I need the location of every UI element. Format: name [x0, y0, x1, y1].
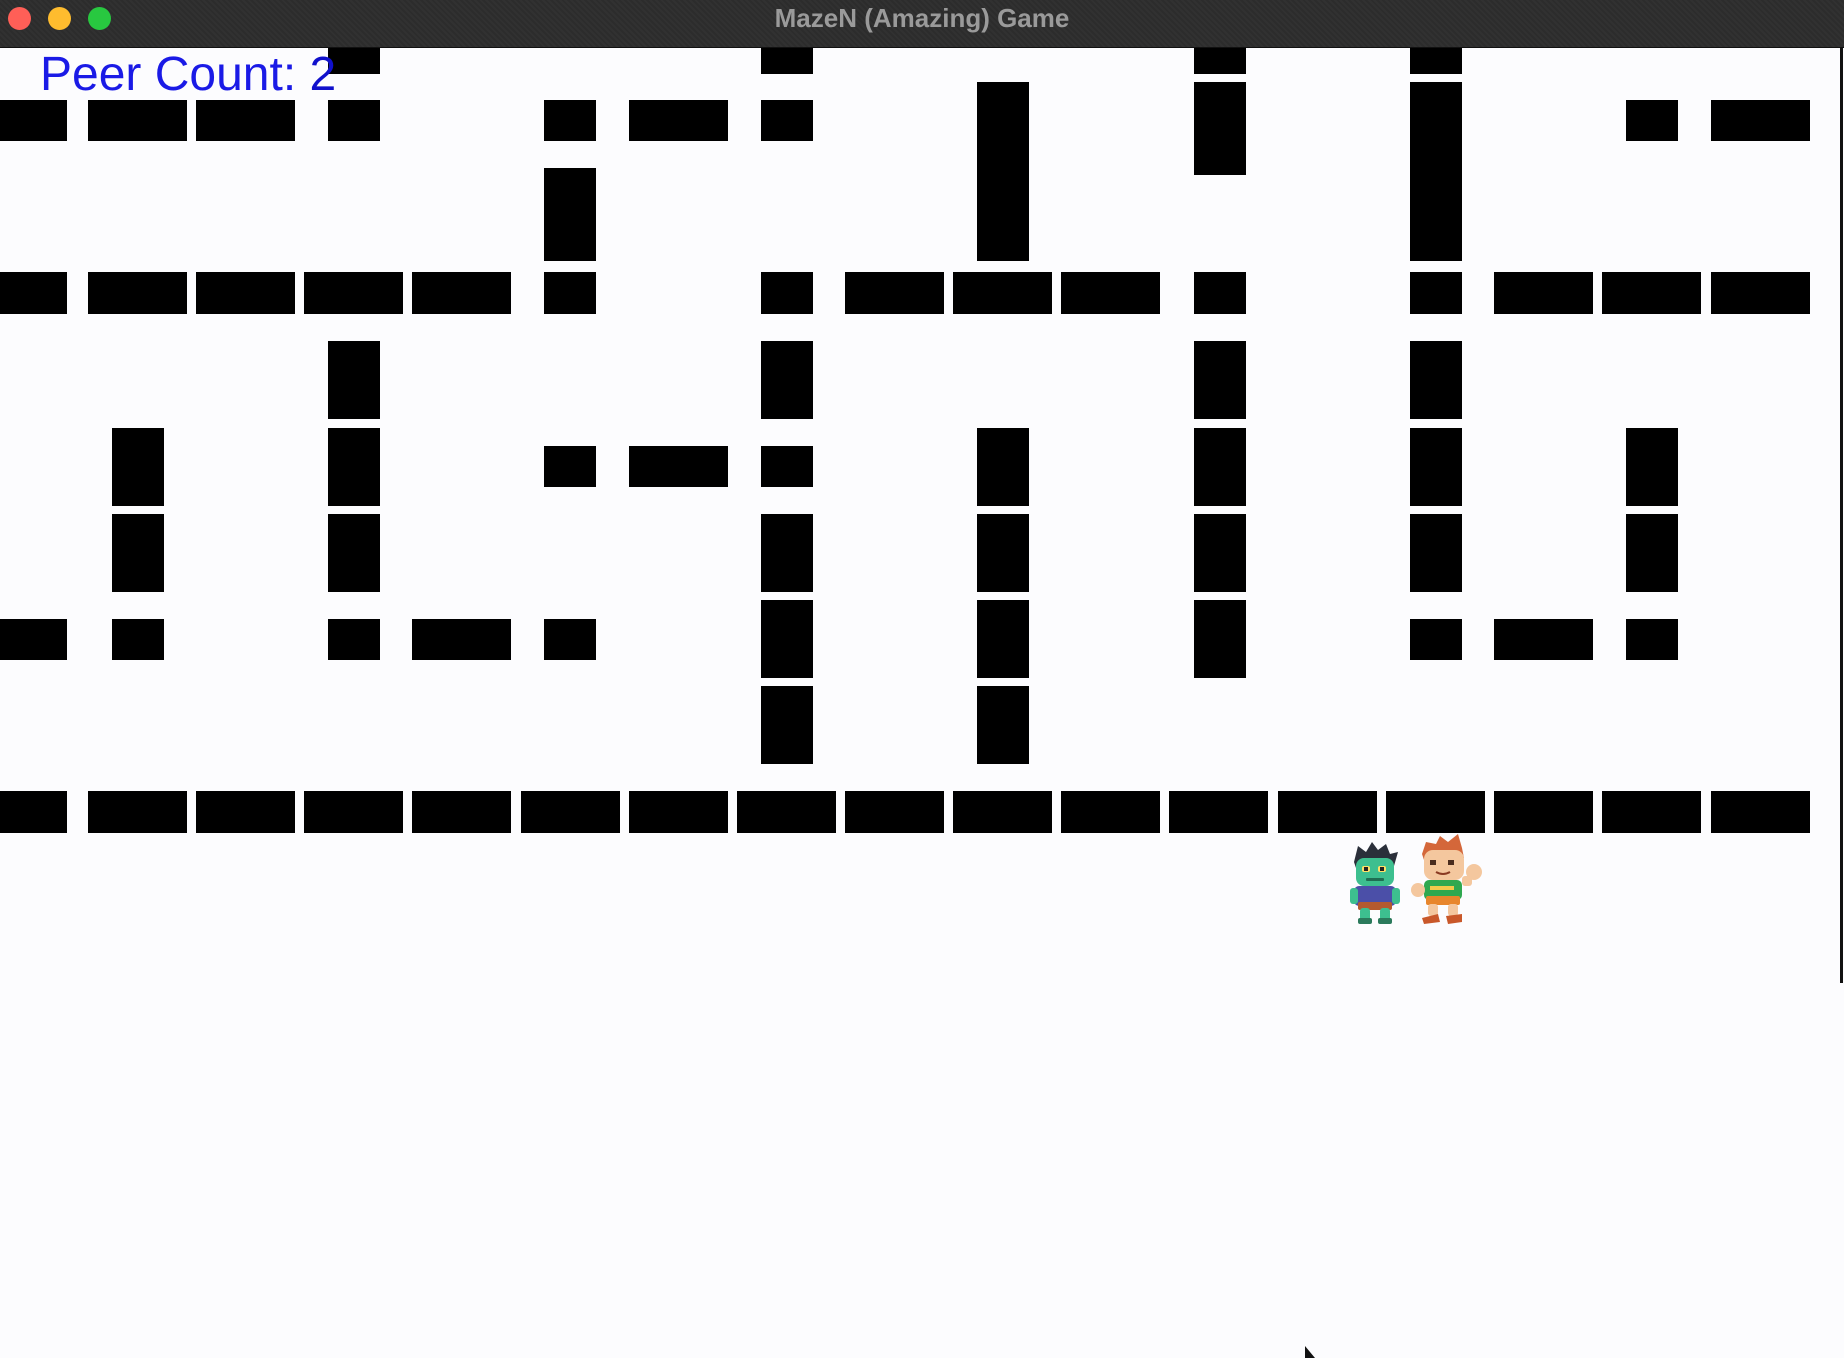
- maze-wall: [0, 100, 67, 141]
- maze-wall: [1626, 619, 1678, 660]
- maze-floor-wall: [196, 791, 295, 833]
- maze-wall: [0, 619, 67, 660]
- maze-wall: [629, 100, 728, 141]
- maze-wall: [112, 619, 164, 660]
- maze-wall: [328, 100, 380, 141]
- maze-wall: [1711, 272, 1810, 314]
- maze-wall: [761, 272, 813, 314]
- maze-wall: [88, 100, 187, 141]
- maze-wall: [1410, 341, 1462, 419]
- maze-wall: [761, 100, 813, 141]
- maze-wall: [328, 514, 380, 592]
- maze-floor-wall: [88, 791, 187, 833]
- maze-wall: [761, 446, 813, 487]
- mouse-cursor-icon: [1305, 1346, 1315, 1358]
- maze-wall: [977, 428, 1029, 506]
- maze-floor-wall: [1278, 791, 1377, 833]
- maze-wall: [1494, 619, 1593, 660]
- maze-wall: [761, 600, 813, 678]
- peer-count-value: 2: [309, 48, 337, 101]
- maze-wall: [761, 686, 813, 764]
- zombie-player-sprite: [1350, 842, 1400, 924]
- maze-wall: [1194, 341, 1246, 419]
- maze-floor-wall: [1061, 791, 1160, 833]
- maze-wall: [328, 341, 380, 419]
- maze-right-border: [1840, 48, 1843, 983]
- title-bar: MazeN (Amazing) Game: [0, 0, 1844, 48]
- maze-wall: [629, 446, 728, 487]
- maze-wall: [1194, 272, 1246, 314]
- maze-wall: [328, 428, 380, 506]
- maze-wall: [761, 514, 813, 592]
- maze-wall: [88, 272, 187, 314]
- maze-floor-wall: [629, 791, 728, 833]
- peer-count-text: Peer Count:: [40, 48, 310, 101]
- maze-wall: [112, 428, 164, 506]
- window-title: MazeN (Amazing) Game: [774, 3, 1070, 33]
- maze-wall: [544, 272, 596, 314]
- maze-wall: [1194, 514, 1246, 592]
- maze-wall: [544, 446, 596, 487]
- maze-wall: [977, 82, 1029, 175]
- maze-floor-wall: [304, 791, 403, 833]
- maze-wall: [1602, 272, 1701, 314]
- maze-wall: [328, 619, 380, 660]
- maze-floor-wall: [845, 791, 944, 833]
- maze-floor-wall: [521, 791, 620, 833]
- maze-wall: [1194, 428, 1246, 506]
- maze-wall: [761, 341, 813, 419]
- maze-wall: [112, 514, 164, 592]
- maze-wall: [544, 619, 596, 660]
- maze-wall: [977, 168, 1029, 261]
- maze-wall: [845, 272, 944, 314]
- maze-canvas[interactable]: Peer Count: 2: [0, 48, 1844, 1358]
- game-window: MazeN (Amazing) Game Peer Count: 2: [0, 0, 1844, 1358]
- maze-wall: [1194, 82, 1246, 175]
- maze-wall: [1626, 514, 1678, 592]
- maze-floor-wall: [1494, 791, 1593, 833]
- maze-wall: [1410, 272, 1462, 314]
- maze-wall: [196, 272, 295, 314]
- maze-wall: [761, 48, 813, 74]
- maze-wall: [977, 514, 1029, 592]
- maze-wall: [412, 272, 511, 314]
- maze-wall: [1061, 272, 1160, 314]
- maze-wall: [977, 600, 1029, 678]
- maze-wall: [196, 100, 295, 141]
- maze-wall: [0, 272, 67, 314]
- maze-wall: [544, 100, 596, 141]
- maze-floor-wall: [412, 791, 511, 833]
- maze-wall: [1410, 48, 1462, 74]
- maze-wall: [1410, 428, 1462, 506]
- maze-wall: [1626, 428, 1678, 506]
- maze-wall: [1410, 619, 1462, 660]
- maze-wall: [1194, 48, 1246, 74]
- maze-floor-wall: [1386, 791, 1485, 833]
- maze-floor-wall: [1711, 791, 1810, 833]
- maze-wall: [1711, 100, 1810, 141]
- maze-floor-wall: [0, 791, 67, 833]
- maze-wall: [1194, 600, 1246, 678]
- hero-player-sprite: [1411, 834, 1482, 924]
- maze-wall: [953, 272, 1052, 314]
- maze-floor-wall: [1602, 791, 1701, 833]
- maze-wall: [1410, 168, 1462, 261]
- maze-floor-wall: [953, 791, 1052, 833]
- maze-wall: [1626, 100, 1678, 141]
- maze-wall: [304, 272, 403, 314]
- maze-wall: [1494, 272, 1593, 314]
- maze-wall: [1410, 82, 1462, 175]
- maze-wall: [544, 168, 596, 261]
- maze-wall: [977, 686, 1029, 764]
- maze-wall: [1410, 514, 1462, 592]
- maze-floor-wall: [1169, 791, 1268, 833]
- maze-floor-wall: [737, 791, 836, 833]
- maze-wall: [412, 619, 511, 660]
- peer-count-label: Peer Count: 2: [40, 48, 336, 102]
